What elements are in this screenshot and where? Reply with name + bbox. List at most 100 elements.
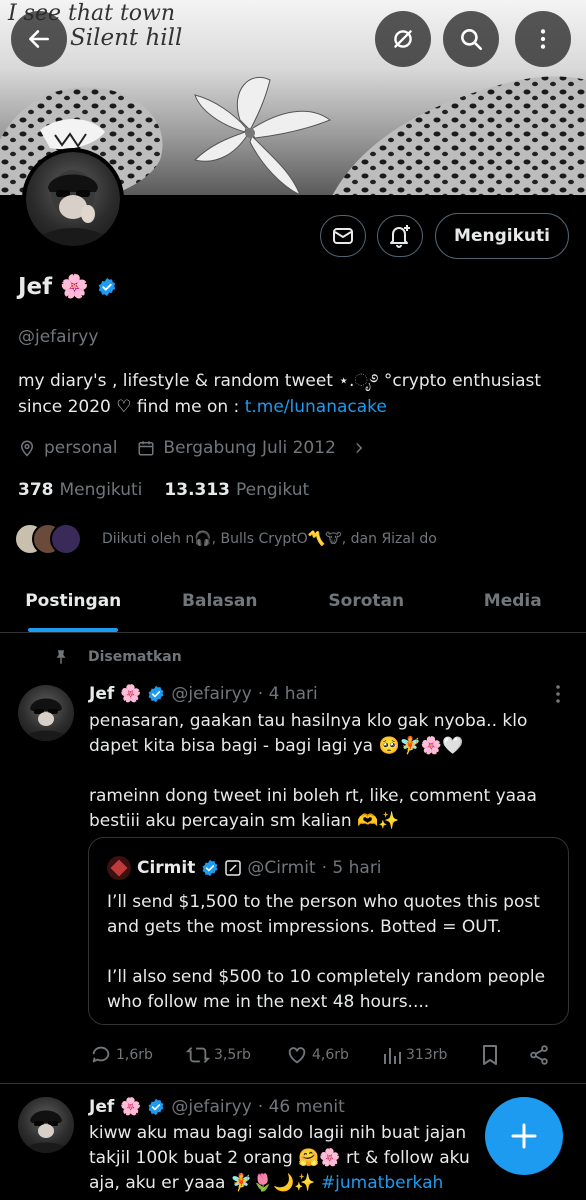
quote-author-handle: @Cirmit (247, 858, 316, 878)
affiliate-badge-icon (225, 860, 242, 876)
search-icon (461, 29, 483, 51)
post-text-line: rameinn dong tweet ini boleh rt, like, c… (89, 786, 537, 831)
heart-icon (288, 1047, 306, 1064)
quote-avatar (107, 856, 131, 880)
pinned-label: Disematkan (88, 649, 182, 665)
following-label: Mengikuti (59, 480, 143, 500)
avatar-photo (22, 1110, 70, 1153)
followers-count-link[interactable]: 13.313 Pengikut (164, 480, 309, 500)
post-body: kiww aku mau bagi saldo lagii nih buat j… (89, 1121, 499, 1197)
bell-plus-icon (390, 225, 410, 248)
verified-badge-icon (98, 277, 116, 296)
active-tab-indicator (28, 628, 119, 632)
hashtag-link[interactable]: #jumatberkah (321, 1173, 443, 1193)
retweet-count: 3,5rb (214, 1047, 251, 1063)
post-header: Jef 🌸 @jefairyy · 4 hari (89, 684, 318, 704)
post-author-name[interactable]: Jef 🌸 (89, 684, 141, 704)
profile-name: Jef 🌸 (18, 274, 89, 300)
quoted-post[interactable]: Cirmit @Cirmit · 5 hari I’ll send $1,500… (88, 837, 569, 1025)
mail-icon (333, 228, 353, 244)
quote-body: I’ll send $1,500 to the person who quote… (107, 890, 557, 1015)
following-count-link[interactable]: 378 Mengikuti (18, 480, 142, 500)
verified-badge-icon (148, 685, 164, 703)
following-button[interactable]: Mengikuti (435, 213, 569, 259)
reply-icon (92, 1046, 110, 1063)
more-options-button[interactable] (515, 11, 571, 67)
follow-counts: 378 Mengikuti 13.313 Pengikut (18, 480, 309, 500)
followed-by-text: Diikuti oleh n🎧, Bulls CryptO〽️🐮, dan Яi… (102, 531, 437, 547)
profile-handle: @jefairyy (18, 327, 99, 347)
followed-by[interactable]: Diikuti oleh n🎧, Bulls CryptO〽️🐮, dan Яi… (14, 523, 437, 555)
post-author-handle[interactable]: @jefairyy (171, 684, 251, 704)
post-author-handle[interactable]: @jefairyy (171, 1097, 251, 1117)
grok-icon (394, 30, 412, 48)
quote-author-name: Cirmit (137, 858, 196, 878)
tab-label: Media (483, 591, 542, 611)
post-author-name[interactable]: Jef 🌸 (89, 1097, 141, 1117)
tab-postingan[interactable]: Postingan (0, 575, 147, 632)
message-button[interactable] (320, 215, 366, 257)
more-vertical-icon (556, 685, 560, 703)
more-vertical-icon (540, 29, 546, 49)
share-icon (530, 1045, 548, 1065)
bio-link[interactable]: t.me/lunanacake (245, 397, 387, 417)
arrow-left-icon (29, 30, 49, 48)
reply-count: 1,6rb (116, 1047, 153, 1063)
search-button[interactable] (443, 11, 499, 67)
tab-label: Postingan (25, 591, 122, 611)
profile-joined: Bergabung Juli 2012 (163, 438, 336, 458)
like-button[interactable]: 4,6rb (286, 1044, 382, 1066)
calendar-icon (138, 441, 154, 456)
avatar-photo (34, 170, 112, 246)
post-divider (0, 1083, 586, 1084)
pinned-indicator: Disematkan (52, 648, 182, 666)
verified-badge-icon (202, 859, 218, 877)
grok-button[interactable] (375, 11, 431, 67)
quote-header: Cirmit @Cirmit · 5 hari (107, 856, 382, 880)
post-time[interactable]: · 46 menit (258, 1097, 345, 1117)
tab-media[interactable]: Media (440, 575, 586, 632)
pin-icon (56, 650, 66, 664)
retweet-icon (186, 1047, 210, 1063)
follower-avatar (50, 523, 82, 555)
quote-time: · 5 hari (321, 858, 382, 878)
tab-sorotan[interactable]: Sorotan (293, 575, 440, 632)
post-time[interactable]: · 4 hari (258, 684, 318, 704)
profile-tabs: Postingan Balasan Sorotan Media (0, 575, 586, 633)
post-avatar[interactable] (18, 685, 74, 741)
compose-post-button[interactable] (485, 1097, 563, 1175)
like-count: 4,6rb (312, 1047, 349, 1063)
post-header: Jef 🌸 @jefairyy · 46 menit (89, 1097, 345, 1117)
views-chart-icon (384, 1048, 401, 1064)
views-button[interactable]: 313rb (382, 1044, 480, 1066)
profile-avatar[interactable] (22, 148, 124, 250)
quote-text-line: I’ll also send $500 to 10 completely ran… (107, 967, 546, 1012)
quote-text-line: I’ll send $1,500 to the person who quote… (107, 892, 540, 937)
location-pin-icon (20, 440, 34, 457)
post-more-button[interactable] (551, 682, 565, 711)
bookmark-icon (483, 1045, 497, 1065)
notifications-button[interactable] (377, 215, 423, 257)
reply-button[interactable]: 1,6rb (90, 1044, 186, 1066)
share-button[interactable] (528, 1044, 550, 1066)
tab-balasan[interactable]: Balasan (147, 575, 294, 632)
tab-label: Balasan (182, 591, 258, 611)
avatar-photo (22, 698, 70, 741)
post-actions: 1,6rb 3,5rb 4,6rb 313rb (90, 1042, 560, 1068)
post-text-line: penasaran, gaakan tau hasilnya klo gak n… (89, 711, 528, 756)
views-count: 313rb (406, 1047, 448, 1063)
post-avatar[interactable] (18, 1097, 74, 1153)
tab-label: Sorotan (328, 591, 405, 611)
followers-count: 13.313 (164, 480, 231, 500)
profile-category: personal (44, 438, 118, 458)
followers-label: Pengikut (236, 480, 310, 500)
verified-badge-icon (148, 1098, 164, 1116)
chevron-right-icon[interactable] (350, 439, 368, 457)
profile-name-row: Jef 🌸 (18, 273, 117, 300)
profile-bio: my diary's , lifestyle & random tweet ⋆.… (18, 368, 578, 420)
post-body: penasaran, gaakan tau hasilnya klo gak n… (89, 709, 564, 834)
back-button[interactable] (11, 11, 67, 67)
plus-icon (511, 1123, 537, 1149)
bookmark-button[interactable] (480, 1044, 528, 1066)
retweet-button[interactable]: 3,5rb (186, 1044, 286, 1066)
